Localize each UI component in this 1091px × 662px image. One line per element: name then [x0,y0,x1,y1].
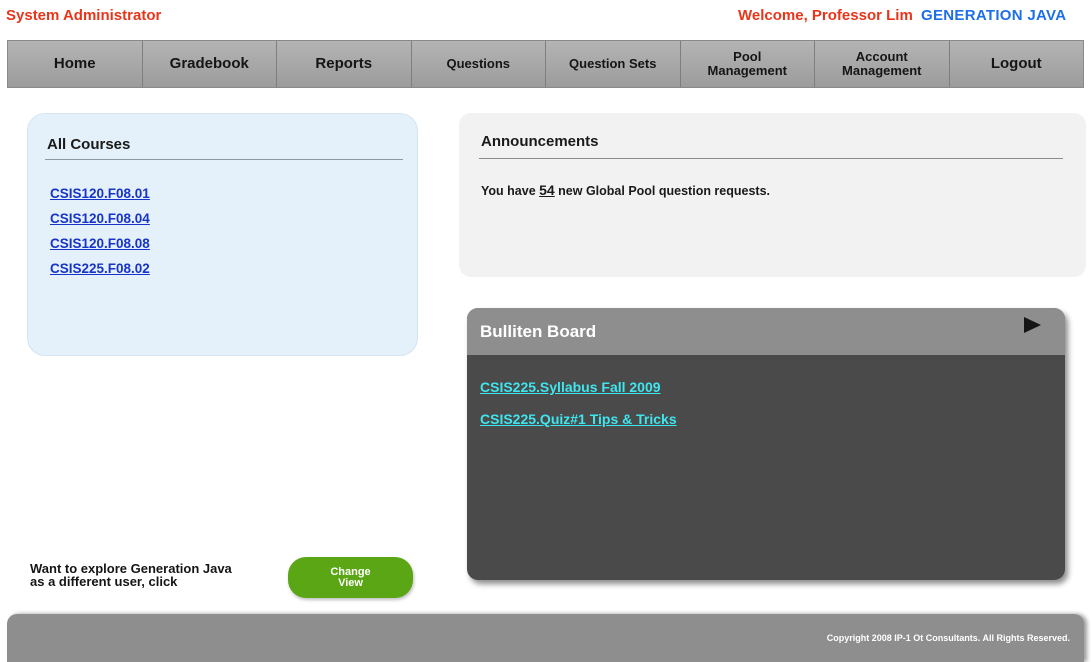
bulletin-header: Bulliten Board [467,308,1065,355]
course-link[interactable]: CSIS120.F08.08 [50,236,150,251]
play-arrow-icon[interactable] [1024,317,1041,333]
course-link[interactable]: CSIS120.F08.01 [50,186,150,201]
nav-gradebook[interactable]: Gradebook [143,41,277,87]
announcements-title: Announcements [481,133,599,150]
list-item: CSIS225.Quiz#1 Tips & Tricks [480,409,677,441]
change-view-button[interactable]: Change View [288,557,413,598]
all-courses-panel: All Courses CSIS120.F08.01 CSIS120.F08.0… [27,113,418,356]
courses-title: All Courses [47,136,131,153]
welcome-message: Welcome, Professor Lim [738,7,913,24]
course-list: CSIS120.F08.01 CSIS120.F08.04 CSIS120.F0… [50,183,150,283]
announcements-divider [479,158,1063,159]
request-count-link[interactable]: 54 [539,182,555,198]
list-item: CSIS225.F08.02 [50,258,150,283]
bulletin-link[interactable]: CSIS225.Quiz#1 Tips & Tricks [480,411,677,427]
course-link[interactable]: CSIS120.F08.04 [50,211,150,226]
nav-reports[interactable]: Reports [277,41,412,87]
nav-pool-management[interactable]: Pool Management [681,41,815,87]
nav-question-sets[interactable]: Question Sets [546,41,681,87]
list-item: CSIS120.F08.04 [50,208,150,233]
nav-questions[interactable]: Questions [412,41,546,87]
page: System Administrator Welcome, Professor … [0,0,1091,662]
course-link[interactable]: CSIS225.F08.02 [50,261,150,276]
nav-logout[interactable]: Logout [950,41,1084,87]
list-item: CSIS120.F08.08 [50,233,150,258]
bulletin-board: Bulliten Board CSIS225.Syllabus Fall 200… [467,308,1065,580]
announcement-prefix: You have [481,184,540,198]
user-role-label: System Administrator [6,7,162,24]
copyright-text: Copyright 2008 IP-1 Ot Consultants. All … [826,633,1070,643]
announcement-suffix: new Global Pool question requests. [554,184,771,198]
footer: Copyright 2008 IP-1 Ot Consultants. All … [7,614,1084,662]
explore-text: Want to explore Generation Java as a dif… [30,561,232,589]
brand-logo-text: GENERATION JAVA [921,7,1067,24]
nav-account-management[interactable]: Account Management [815,41,950,87]
announcement-message: You have 54 new Global Pool question req… [481,182,770,198]
bulletin-links: CSIS225.Syllabus Fall 2009 CSIS225.Quiz#… [480,377,677,441]
main-nav: Home Gradebook Reports Questions Questio… [7,40,1084,88]
list-item: CSIS120.F08.01 [50,183,150,208]
bulletin-title: Bulliten Board [480,322,597,341]
courses-divider [45,159,403,160]
bulletin-link[interactable]: CSIS225.Syllabus Fall 2009 [480,379,661,395]
nav-home[interactable]: Home [8,41,143,87]
announcements-panel: Announcements You have 54 new Global Poo… [459,113,1086,277]
list-item: CSIS225.Syllabus Fall 2009 [480,377,677,409]
